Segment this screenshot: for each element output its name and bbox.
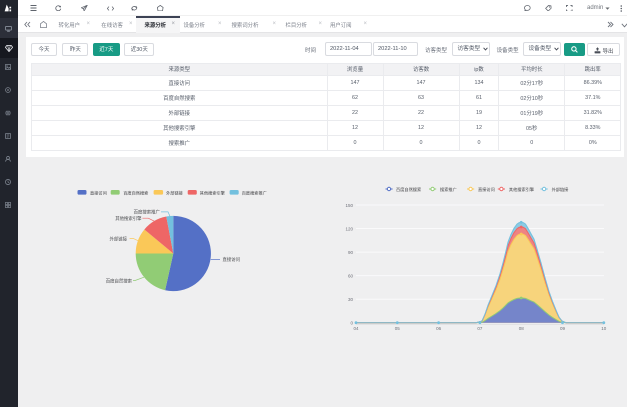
svg-text:09: 09 xyxy=(560,326,566,331)
svg-text:60: 60 xyxy=(348,273,354,278)
svg-text:百度自然搜索: 百度自然搜索 xyxy=(396,186,421,193)
svg-text:90: 90 xyxy=(348,250,354,255)
svg-text:10: 10 xyxy=(601,326,607,331)
svg-text:08: 08 xyxy=(519,326,525,331)
svg-text:30: 30 xyxy=(348,297,354,302)
svg-text:外部链接: 外部链接 xyxy=(166,189,184,196)
svg-text:百度搜索推广: 百度搜索推广 xyxy=(242,189,267,196)
svg-text:百度搜索推广: 百度搜索推广 xyxy=(134,209,161,216)
svg-text:0: 0 xyxy=(350,321,353,326)
svg-text:百度自然搜索: 百度自然搜索 xyxy=(106,277,133,284)
svg-text:直接访问: 直接访问 xyxy=(478,186,495,193)
svg-text:直接访问: 直接访问 xyxy=(223,256,241,263)
svg-text:06: 06 xyxy=(436,326,442,331)
svg-text:120: 120 xyxy=(345,226,353,231)
svg-text:百度自然搜索: 百度自然搜索 xyxy=(123,189,148,196)
svg-text:其他搜索引擎: 其他搜索引擎 xyxy=(200,189,225,196)
svg-text:外部链接: 外部链接 xyxy=(552,186,570,193)
svg-text:搜索推广: 搜索推广 xyxy=(440,186,457,193)
svg-text:外部链接: 外部链接 xyxy=(110,235,128,242)
svg-text:07: 07 xyxy=(477,326,483,331)
svg-text:05: 05 xyxy=(395,326,401,331)
svg-text:04: 04 xyxy=(353,326,359,331)
svg-text:150: 150 xyxy=(345,203,353,208)
svg-text:直接访问: 直接访问 xyxy=(90,189,107,196)
svg-text:其他搜索引擎: 其他搜索引擎 xyxy=(509,186,534,193)
svg-text:其他搜索引擎: 其他搜索引擎 xyxy=(115,215,142,222)
